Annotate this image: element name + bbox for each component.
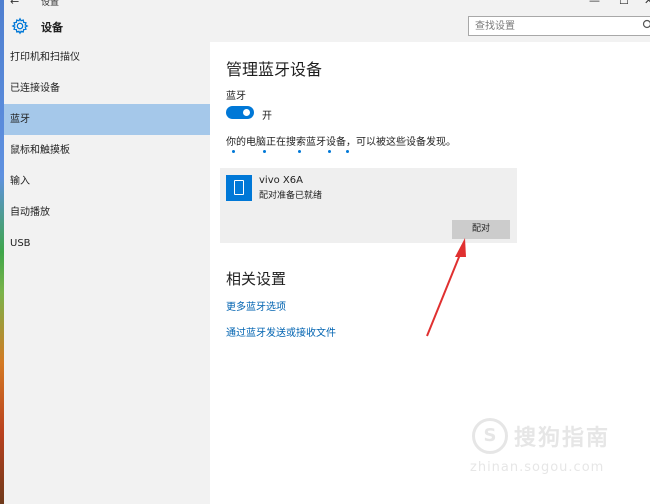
more-bluetooth-options-link[interactable]: 更多蓝牙选项	[226, 298, 286, 313]
back-arrow-icon[interactable]: ←	[10, 0, 19, 8]
search-box[interactable]	[468, 16, 650, 36]
sidebar-item-bluetooth[interactable]: 蓝牙	[4, 104, 210, 135]
window-title: 设置	[41, 0, 60, 8]
searching-progress-dots	[232, 150, 362, 156]
device-name: vivo X6A	[259, 175, 303, 186]
related-settings-title: 相关设置	[226, 270, 287, 288]
sidebar-item-autoplay[interactable]: 自动播放	[4, 197, 210, 228]
watermark-url: zhinan.sogou.com	[470, 460, 605, 475]
maximize-icon[interactable]: ☐	[619, 0, 629, 7]
phone-glyph	[234, 180, 244, 195]
watermark-symbol: S	[472, 418, 508, 454]
bluetooth-toggle[interactable]	[226, 106, 254, 119]
gear-icon	[11, 17, 29, 35]
progress-dot	[298, 150, 301, 153]
sidebar-item-mouse-touchpad[interactable]: 鼠标和触摸板	[4, 135, 210, 166]
progress-dot	[263, 150, 266, 153]
sidebar-item-printers-scanners[interactable]: 打印机和扫描仪	[4, 42, 210, 73]
progress-dot	[232, 150, 235, 153]
page-title: 管理蓝牙设备	[226, 60, 323, 79]
search-input[interactable]	[469, 17, 639, 35]
page-category-title: 设备	[41, 21, 63, 34]
sidebar-item-usb[interactable]: USB	[4, 228, 210, 259]
progress-dot	[346, 150, 349, 153]
device-status: 配对准备已就绪	[259, 191, 323, 201]
sidebar-item-typing[interactable]: 输入	[4, 166, 210, 197]
progress-dot	[328, 150, 331, 153]
sidebar-item-connected-devices[interactable]: 已连接设备	[4, 73, 210, 104]
toggle-state-label: 开	[262, 111, 272, 122]
settings-header: 设备	[4, 10, 650, 42]
phone-icon	[226, 175, 252, 201]
watermark-logo: S 搜狗指南 zhinan.sogou.com	[462, 415, 642, 485]
bluetooth-label: 蓝牙	[226, 91, 246, 102]
search-icon[interactable]	[642, 19, 650, 31]
minimize-icon[interactable]: —	[589, 0, 600, 7]
sidebar: 打印机和扫描仪 已连接设备 蓝牙 鼠标和触摸板 输入 自动播放 USB	[4, 42, 210, 504]
discoverable-notice: 你的电脑正在搜索蓝牙设备，可以被这些设备发现。	[226, 137, 456, 148]
close-icon[interactable]: ✕	[644, 0, 650, 7]
window-title-bar: ← 设置 — ☐ ✕	[4, 0, 650, 10]
send-receive-files-link[interactable]: 通过蓝牙发送或接收文件	[226, 324, 336, 339]
pair-button[interactable]: 配对	[452, 220, 510, 239]
toggle-knob	[243, 109, 250, 116]
watermark-brand: 搜狗指南	[514, 426, 611, 451]
